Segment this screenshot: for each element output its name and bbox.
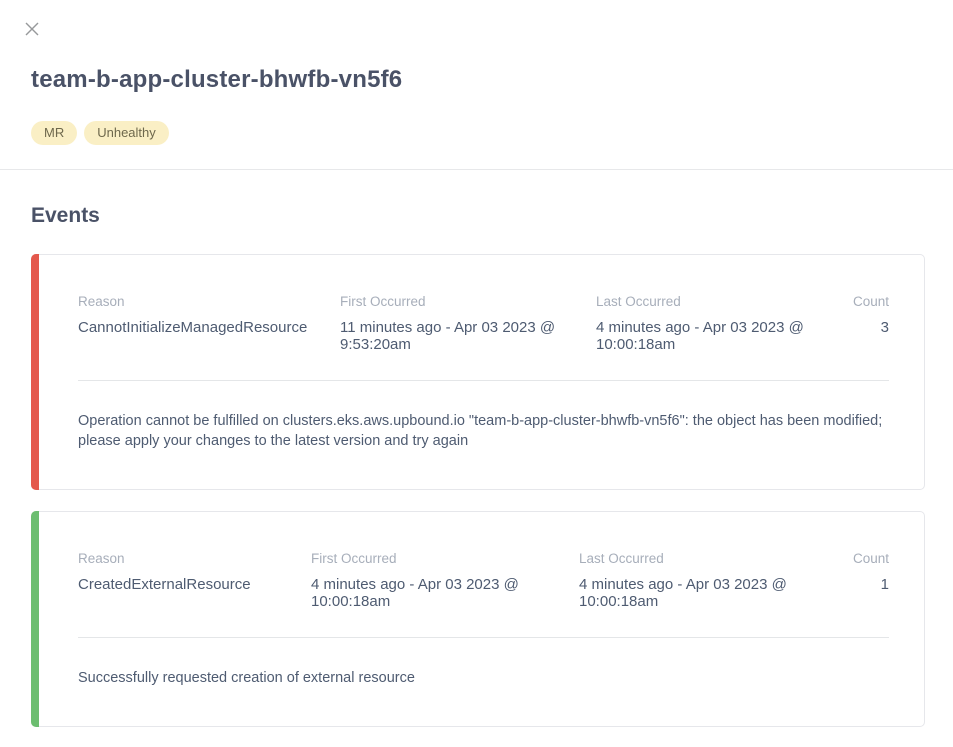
event-table: Reason First Occurred Last Occurred Coun… [78, 551, 889, 610]
events-list: Reason First Occurred Last Occurred Coun… [31, 254, 925, 727]
event-count: 1 [829, 576, 889, 610]
event-table: Reason First Occurred Last Occurred Coun… [78, 294, 889, 353]
event-count: 3 [846, 319, 889, 353]
badge-row: MR Unhealthy [31, 121, 953, 145]
close-icon [24, 21, 40, 37]
count-column-header: Count [846, 294, 889, 319]
event-first-occurred: 11 minutes ago - Apr 03 2023 @ 9:53:20am [340, 319, 596, 353]
resource-detail-panel: team-b-app-cluster-bhwfb-vn5f6 MR Unheal… [0, 0, 953, 747]
event-reason: CannotInitializeManagedResource [78, 319, 340, 353]
last-occurred-column-header: Last Occurred [596, 294, 846, 319]
first-occurred-column-header: First Occurred [311, 551, 579, 576]
event-last-occurred: 4 minutes ago - Apr 03 2023 @ 10:00:18am [579, 576, 829, 610]
event-message: Successfully requested creation of exter… [78, 668, 889, 688]
event-card-divider [78, 637, 889, 638]
count-column-header: Count [829, 551, 889, 576]
close-button[interactable] [23, 20, 41, 38]
events-section-title: Events [31, 204, 953, 228]
event-first-occurred: 4 minutes ago - Apr 03 2023 @ 10:00:18am [311, 576, 579, 610]
event-last-occurred: 4 minutes ago - Apr 03 2023 @ 10:00:18am [596, 319, 846, 353]
health-status-badge: Unhealthy [84, 121, 169, 145]
event-severity-bar [31, 511, 39, 727]
first-occurred-column-header: First Occurred [340, 294, 596, 319]
event-card-success: Reason First Occurred Last Occurred Coun… [31, 511, 925, 727]
event-card-error: Reason First Occurred Last Occurred Coun… [31, 254, 925, 490]
reason-column-header: Reason [78, 294, 340, 319]
header-divider [0, 169, 953, 170]
last-occurred-column-header: Last Occurred [579, 551, 829, 576]
event-message: Operation cannot be fulfilled on cluster… [78, 411, 889, 451]
reason-column-header: Reason [78, 551, 311, 576]
resource-kind-badge: MR [31, 121, 77, 145]
event-card-divider [78, 380, 889, 381]
event-reason: CreatedExternalResource [78, 576, 311, 610]
event-severity-bar [31, 254, 39, 490]
page-title: team-b-app-cluster-bhwfb-vn5f6 [0, 0, 953, 94]
